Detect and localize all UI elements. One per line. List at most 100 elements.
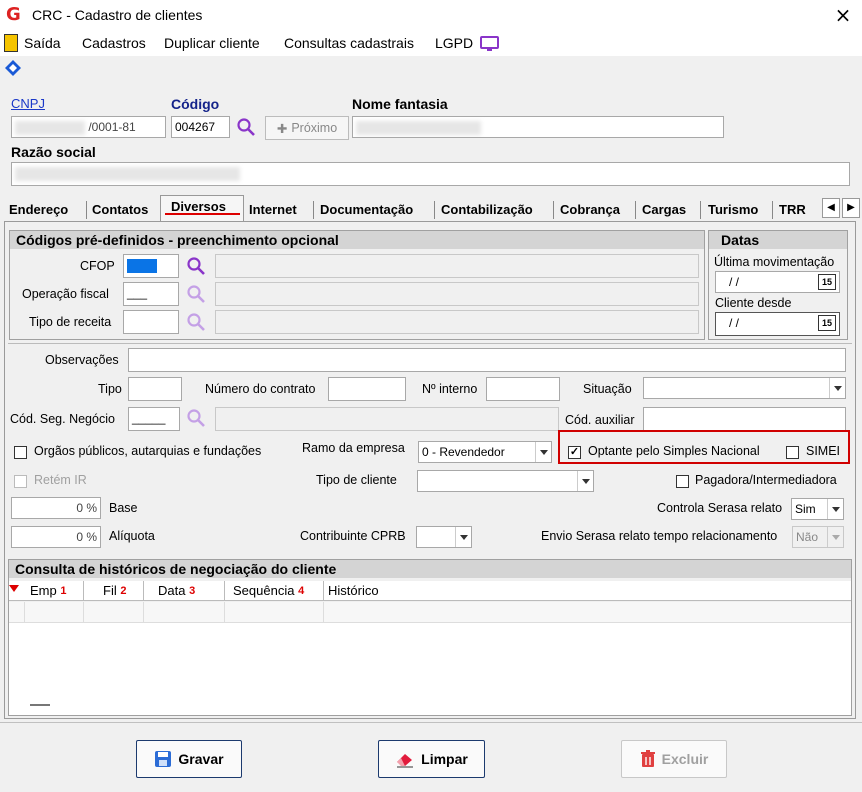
controla-serasa-select[interactable]: Sim [791,498,844,520]
cfop-field[interactable] [123,254,179,278]
chevron-down-icon[interactable] [827,527,843,547]
eraser-icon [397,754,414,768]
column-sequencia-label: Sequência [233,583,295,598]
column-data-num: 3 [189,585,196,597]
column-data-label: Data [158,583,186,598]
envio-serasa-select[interactable]: Não [792,526,844,548]
column-sequencia[interactable]: Sequência 4 [233,581,304,602]
tab-contabilizacao[interactable]: Contabilização [441,199,533,221]
ramo-empresa-select[interactable]: 0 - Revendedor [418,441,552,463]
column-fil-label: Fil [103,583,117,598]
cnpj-field[interactable]: /0001-81 [11,116,166,138]
chevron-down-icon[interactable] [827,499,843,519]
base-label: Base [109,501,138,515]
search-icon[interactable] [236,117,256,137]
operacao-search-icon[interactable] [186,284,206,304]
aliquota-field[interactable]: 0 % [11,526,101,548]
menu-cadastros[interactable]: Cadastros [82,35,146,51]
optante-label: Optante pelo Simples Nacional [588,444,760,458]
nome-fantasia-field[interactable] [352,116,724,138]
menu-lgpd[interactable]: LGPD [435,35,473,51]
column-data[interactable]: Data 3 [158,581,195,602]
tab-separator [313,201,314,219]
proximo-label: Próximo [291,121,338,135]
tab-cargas[interactable]: Cargas [642,199,686,221]
optante-checkbox[interactable]: ✓ [568,446,581,459]
diamond-nav-icon[interactable] [4,59,22,77]
cnpj-redacted [15,120,85,135]
controla-serasa-value: Sim [795,502,816,516]
calendar-icon[interactable]: 15 [818,274,836,290]
tab-trr[interactable]: TRR [779,199,806,221]
orgaos-checkbox[interactable] [14,446,27,459]
menu-saida[interactable]: Saída [24,35,61,51]
column-historico[interactable]: Histórico [328,581,379,601]
grid-header [9,581,851,601]
column-fil[interactable]: Fil 2 [103,581,126,602]
base-field[interactable]: 0 % [11,497,101,519]
chevron-down-icon[interactable] [535,442,551,462]
tab-turismo[interactable]: Turismo [708,199,758,221]
razao-social-field[interactable] [11,162,850,186]
grid-body[interactable] [9,623,851,715]
codigo-field[interactable]: 004267 [171,116,230,138]
tab-scroll-right-icon[interactable]: ▶ [842,198,860,218]
chevron-down-icon[interactable] [829,378,845,398]
tipo-cliente-select[interactable] [417,470,594,492]
save-icon [155,751,172,767]
razao-social-label: Razão social [11,144,96,160]
n-interno-field[interactable] [486,377,560,401]
table-row[interactable] [9,602,851,623]
situacao-select[interactable] [643,377,846,399]
cfop-search-icon[interactable] [186,256,206,276]
observacoes-field[interactable] [128,348,846,372]
calendar-icon[interactable]: 15 [818,315,836,331]
tab-separator [86,201,87,219]
tab-contatos[interactable]: Contatos [92,199,148,221]
scroll-handle[interactable] [30,704,50,706]
monitor-icon[interactable] [480,35,500,53]
menu-duplicar-cliente[interactable]: Duplicar cliente [164,35,260,51]
menu-consultas-cadastrais[interactable]: Consultas cadastrais [284,35,414,51]
cod-seg-negocio-field[interactable]: _____ [128,407,180,431]
proximo-button[interactable]: ✚ Próximo [265,116,349,140]
limpar-button[interactable]: Limpar [378,740,485,778]
cod-auxiliar-field[interactable] [643,407,846,431]
cnpj-label[interactable]: CNPJ [11,96,45,111]
column-emp[interactable]: Emp 1 [30,581,66,602]
column-divider [83,581,84,601]
pagadora-checkbox[interactable] [676,475,689,488]
codigo-label: Código [171,96,220,112]
contribuinte-cprb-select[interactable] [416,526,472,548]
tab-scroll-left-icon[interactable]: ◀ [822,198,840,218]
chevron-down-icon[interactable] [577,471,593,491]
tipo-receita-field[interactable] [123,310,179,334]
pagadora-label: Pagadora/Intermediadora [695,473,837,487]
tab-documentacao[interactable]: Documentação [320,199,413,221]
tipo-field[interactable] [128,377,182,401]
tab-cobranca[interactable]: Cobrança [560,199,620,221]
numero-contrato-field[interactable] [328,377,406,401]
column-divider [323,581,324,601]
tab-separator [553,201,554,219]
gravar-button[interactable]: Gravar [136,740,242,778]
tab-endereco[interactable]: Endereço [9,199,68,221]
chevron-down-icon[interactable] [455,527,471,547]
tipo-label: Tipo [98,382,122,396]
operacao-fiscal-field[interactable]: ___ [123,282,179,306]
sort-indicator-icon [9,585,19,592]
column-divider [24,602,25,623]
column-sequencia-num: 4 [298,585,305,597]
excluir-button[interactable]: Excluir [621,740,727,778]
divider [8,343,852,344]
tab-internet[interactable]: Internet [249,199,297,221]
cod-seg-search-icon[interactable] [186,408,206,428]
tipo-receita-label: Tipo de receita [29,315,112,329]
tab-separator [434,201,435,219]
close-icon[interactable]: × [830,2,856,28]
simei-checkbox[interactable] [786,446,799,459]
column-divider [224,602,225,623]
retem-ir-checkbox[interactable] [14,475,27,488]
tipo-receita-search-icon[interactable] [186,312,206,332]
nome-fantasia-redacted [356,120,481,135]
